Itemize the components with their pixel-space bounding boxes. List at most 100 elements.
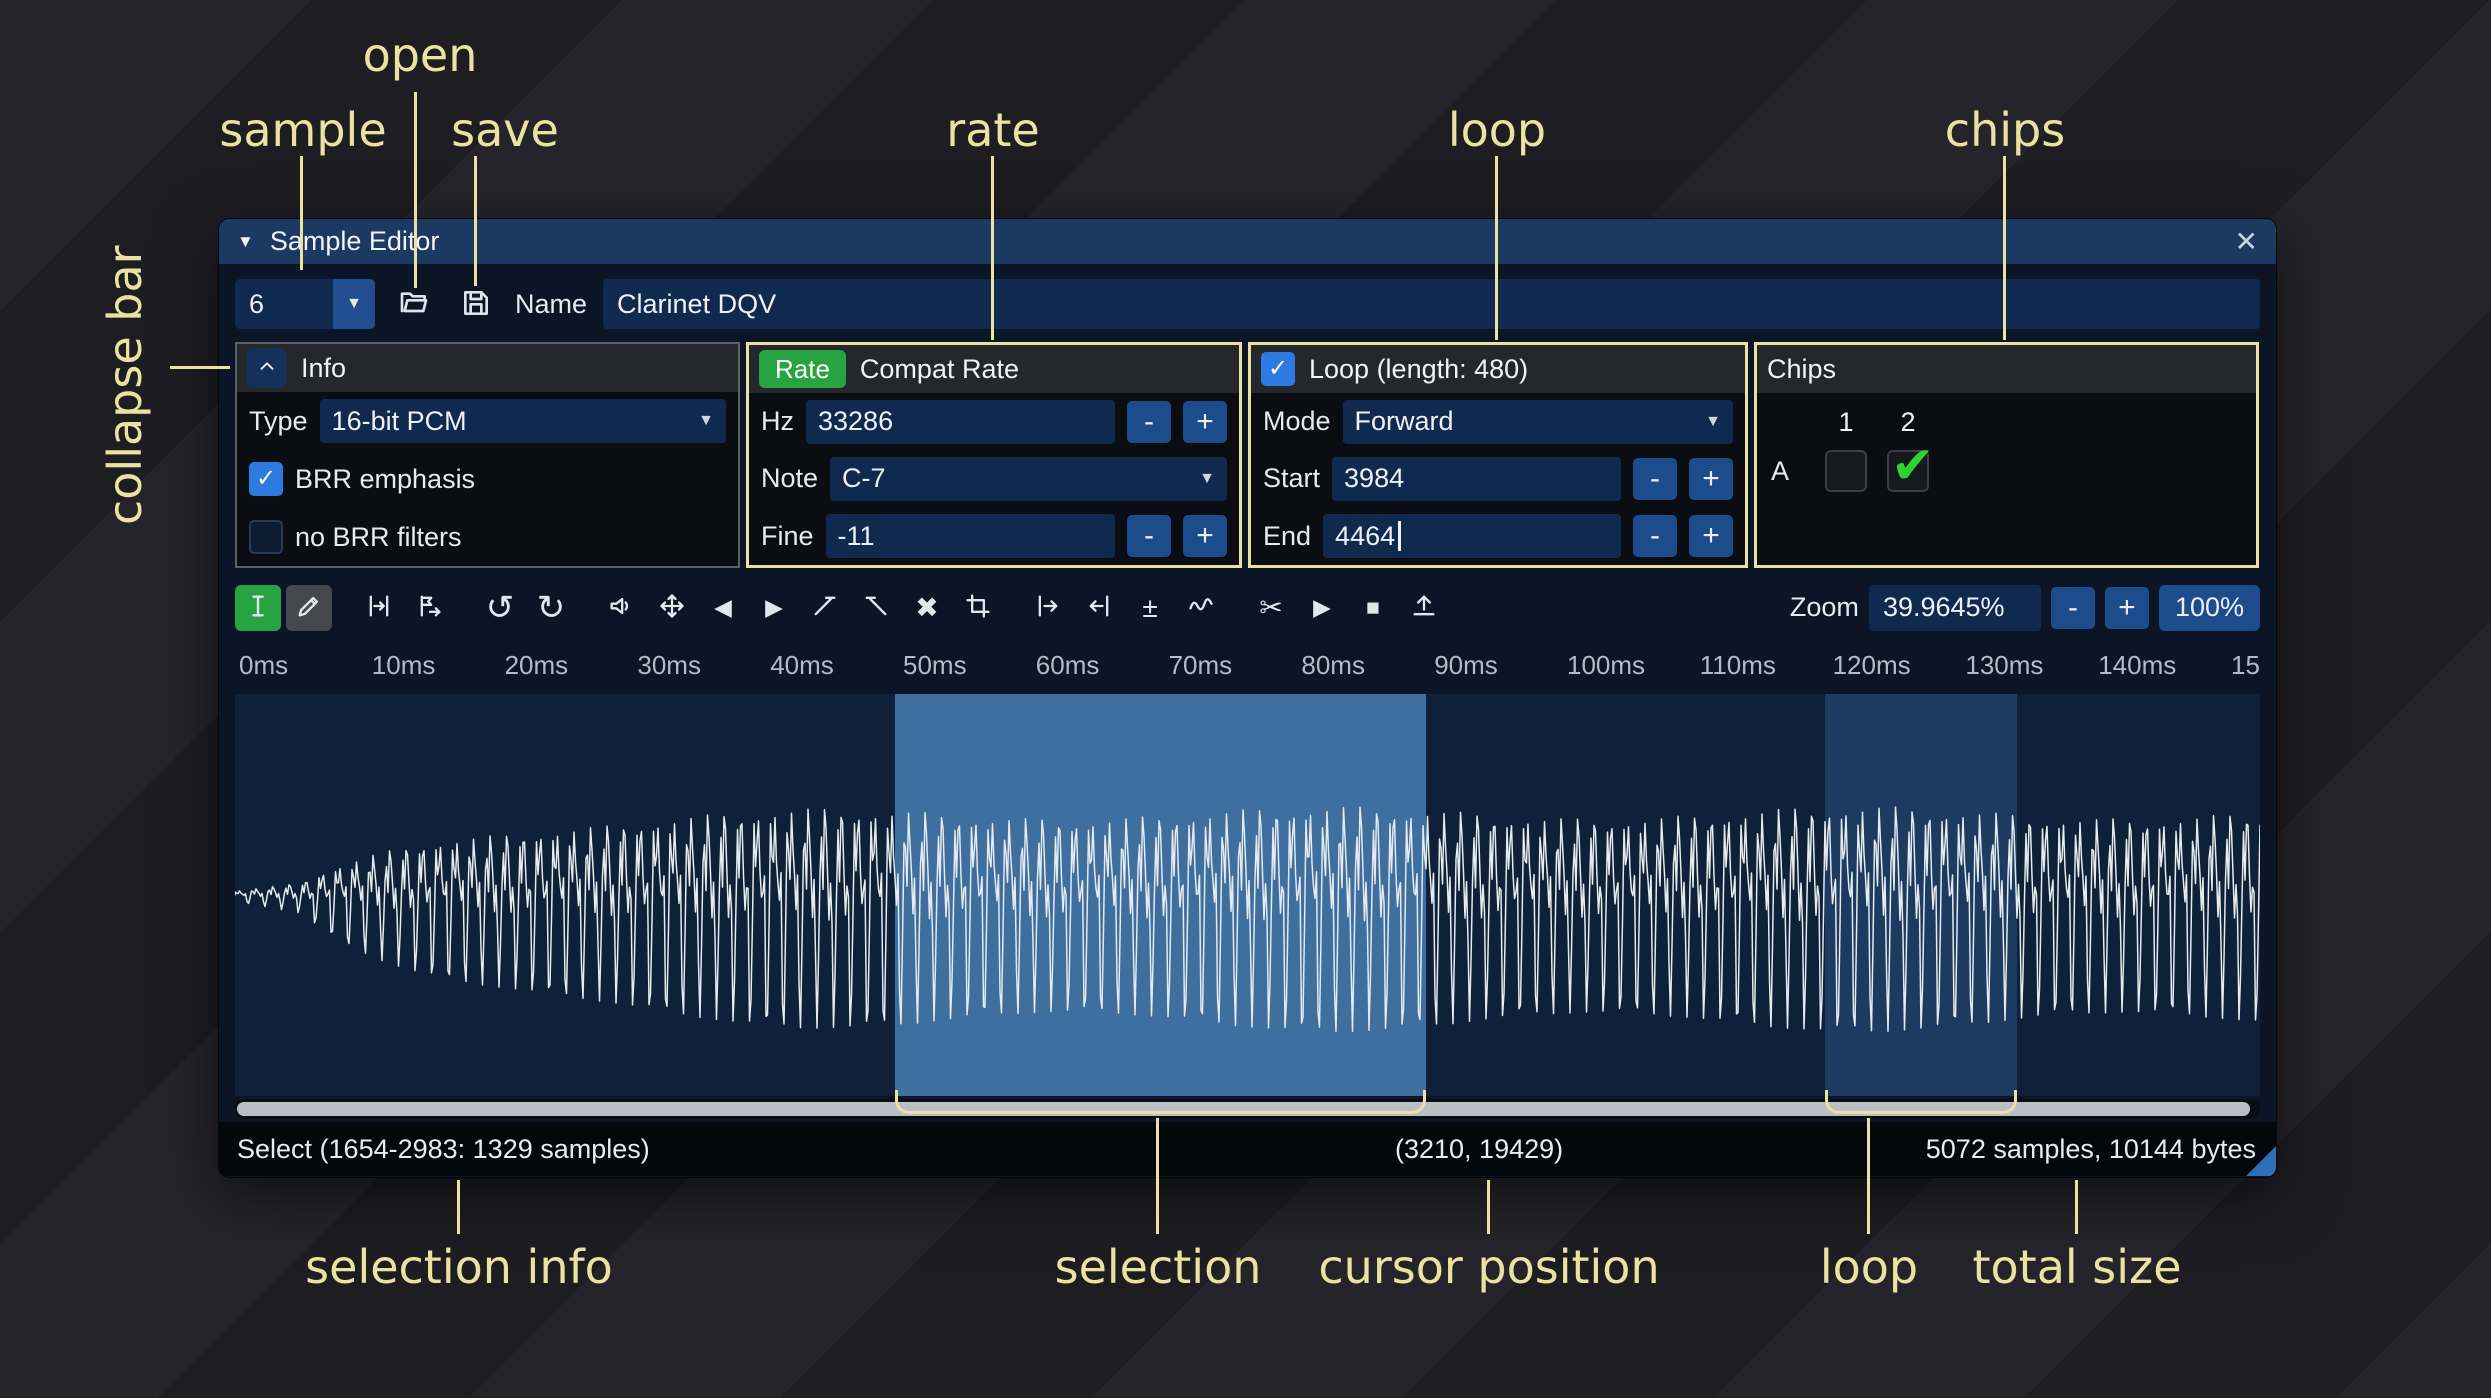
chips-section: Chips 1 2 A ✔ ✔	[1754, 342, 2259, 568]
rate-badge[interactable]: Rate	[759, 350, 846, 388]
save-button[interactable]	[453, 281, 499, 327]
loop-start-increase-button[interactable]: +	[1689, 457, 1733, 500]
hz-increase-button[interactable]: +	[1183, 400, 1227, 443]
type-select[interactable]: 16-bit PCM ▼	[319, 399, 726, 443]
resample-button[interactable]	[407, 585, 453, 631]
ruler-label: 90ms	[1434, 650, 1498, 680]
ruler-label: 150ms	[2231, 650, 2260, 680]
undo-icon: ↺	[485, 588, 515, 627]
hz-input[interactable]: 33286	[806, 399, 1115, 444]
no-brr-filters-label: no BRR filters	[295, 521, 462, 552]
fade-out-button[interactable]	[853, 585, 899, 631]
ruler-label: 130ms	[1965, 650, 2044, 680]
hz-label: Hz	[761, 406, 794, 437]
chip-row-label: A	[1771, 455, 1790, 486]
name-input[interactable]: Clarinet DQV	[603, 279, 2260, 329]
fine-input[interactable]: -11	[825, 514, 1115, 559]
upload-button[interactable]	[1401, 585, 1447, 631]
chevron-down-icon: ▼	[1199, 469, 1215, 487]
mode-select[interactable]: Forward ▼	[1342, 399, 1733, 444]
chip-column-1: 1	[1838, 407, 1854, 437]
delete-button[interactable]: ✖	[904, 585, 950, 631]
insert-silence-button[interactable]	[1025, 585, 1071, 631]
resize-button[interactable]	[356, 585, 402, 631]
annotation-loop-bottom-label: loop	[1819, 1240, 1919, 1294]
reverse-button[interactable]: ◀	[700, 585, 746, 631]
preview-stop-button[interactable]: ■	[1350, 585, 1396, 631]
floppy-disk-icon	[460, 287, 492, 322]
fade-in-icon	[811, 592, 839, 624]
titlebar[interactable]: ▼ Sample Editor ✕	[219, 219, 2276, 264]
resize-grip[interactable]	[2246, 1146, 2276, 1176]
toolbar: ↺ ↻ ◀ ▶ ✖ ± ✂ ▶ ■ Zoom 39.9645% - + 100%	[235, 581, 2260, 634]
selection-info-text: Select (1654-2983: 1329 samples)	[237, 1133, 650, 1164]
loop-enable-checkbox[interactable]: ✓	[1261, 352, 1295, 386]
controls-row: 6 ▼ Name Clarinet DQV	[235, 278, 2260, 330]
close-icon[interactable]: ✕	[2235, 227, 2258, 256]
chevron-down-icon[interactable]: ▼	[333, 279, 375, 329]
hz-decrease-button[interactable]: -	[1127, 400, 1171, 443]
invert-button[interactable]: ▶	[751, 585, 797, 631]
annotation-selection-info-label: selection info	[305, 1240, 613, 1294]
select-mode-button[interactable]	[235, 584, 281, 631]
zoom-out-button[interactable]: -	[2050, 586, 2095, 629]
fine-decrease-button[interactable]: -	[1127, 515, 1171, 558]
crop-icon	[964, 592, 992, 624]
loop-section: ✓ Loop (length: 480) Mode Forward ▼ Star…	[1248, 342, 1748, 568]
type-label: Type	[249, 405, 308, 436]
zoom-value: 39.9645%	[1882, 592, 2005, 622]
trim-button[interactable]	[955, 585, 1001, 631]
filter-wave-icon	[1187, 592, 1215, 624]
annotation-save-line	[474, 156, 477, 286]
window-collapse-icon[interactable]: ▼	[237, 233, 254, 250]
note-value: C-7	[842, 463, 886, 494]
mode-label: Mode	[1263, 406, 1331, 437]
zoom-reset-button[interactable]: 100%	[2158, 584, 2260, 631]
brr-emphasis-checkbox[interactable]: ✓	[249, 462, 283, 496]
fine-increase-button[interactable]: +	[1183, 515, 1227, 558]
signedness-button[interactable]: ±	[1127, 585, 1173, 631]
zoom-in-button[interactable]: +	[2104, 586, 2149, 629]
waveform-display[interactable]	[235, 694, 2260, 1096]
type-row: Type 16-bit PCM ▼	[237, 392, 738, 450]
chip-1-checkbox[interactable]: ✔	[1825, 450, 1867, 492]
loop-end-increase-button[interactable]: +	[1689, 515, 1733, 558]
apply-silence-button[interactable]	[1076, 585, 1122, 631]
sample-number-select[interactable]: 6 ▼	[235, 279, 375, 329]
undo-button[interactable]: ↺	[477, 585, 523, 631]
ruler-label: 100ms	[1567, 650, 1646, 680]
redo-button[interactable]: ↻	[528, 585, 574, 631]
ruler-label: 20ms	[504, 650, 569, 680]
redo-icon: ↻	[536, 588, 566, 627]
draw-mode-button[interactable]	[286, 584, 332, 631]
annotation-rate-line	[991, 156, 994, 340]
no-brr-filters-checkbox[interactable]: ✓	[249, 520, 283, 554]
amplify-button[interactable]	[598, 585, 644, 631]
annotation-selection-bracket	[895, 1090, 1426, 1114]
x-icon: ✖	[915, 591, 939, 623]
filter-button[interactable]	[1178, 585, 1224, 631]
fade-in-button[interactable]	[802, 585, 848, 631]
cut-button[interactable]: ✂	[1248, 585, 1294, 631]
note-select[interactable]: C-7 ▼	[830, 456, 1227, 501]
loop-start-input[interactable]: 3984	[1332, 456, 1621, 501]
loop-start-decrease-button[interactable]: -	[1633, 457, 1677, 500]
normalize-button[interactable]	[649, 585, 695, 631]
ruler-label: 140ms	[2098, 650, 2177, 680]
timeline-ruler[interactable]: 0ms 10ms 20ms 30ms 40ms 50ms 60ms 70ms 80ms 90ms 1…	[235, 643, 2260, 688]
preview-play-button[interactable]: ▶	[1299, 585, 1345, 631]
brr-emphasis-label: BRR emphasis	[295, 463, 476, 494]
loop-end-decrease-button[interactable]: -	[1633, 515, 1677, 558]
collapse-button[interactable]	[247, 348, 287, 388]
note-row: Note C-7 ▼	[749, 450, 1239, 507]
annotation-selection-line	[1156, 1118, 1159, 1234]
loop-end-input[interactable]: 4464	[1323, 514, 1621, 559]
chip-2-checkbox[interactable]: ✔	[1887, 440, 1935, 492]
zoom-input[interactable]: 39.9645%	[1868, 584, 2041, 631]
no-brr-filters-row: ✓ no BRR filters	[237, 508, 738, 566]
fade-out-icon	[862, 592, 890, 624]
loop-start-row: Start 3984 - +	[1251, 450, 1745, 507]
annotation-chips-label: chips	[1944, 103, 2066, 157]
annotation-selection-label: selection	[1054, 1240, 1262, 1294]
chips-header-label: Chips	[1767, 353, 1837, 384]
